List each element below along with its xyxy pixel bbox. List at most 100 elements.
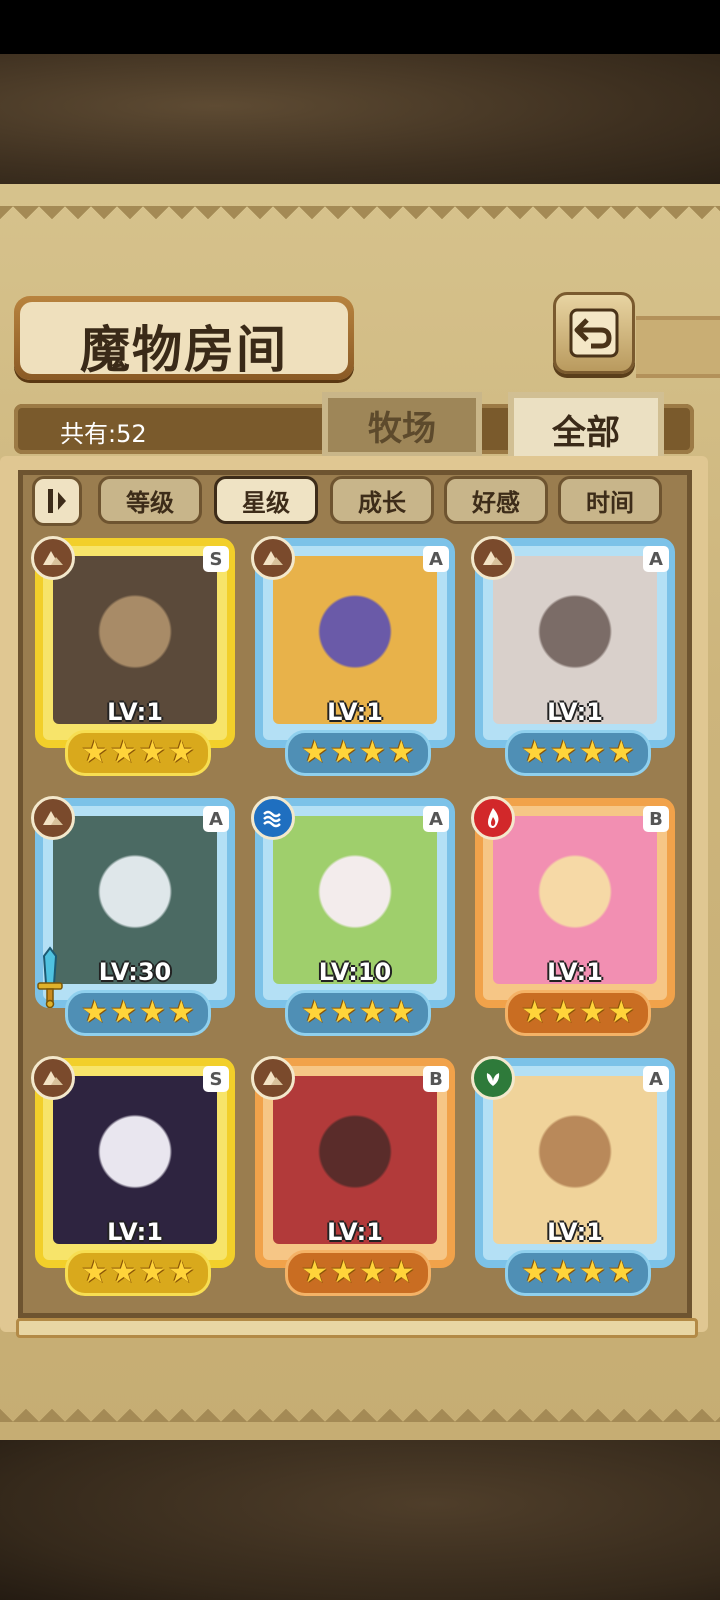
element-earth-icon	[31, 796, 75, 840]
sort-growth-button[interactable]: 成长	[330, 476, 434, 524]
title-plate: 魔物房间	[14, 296, 354, 380]
return-arrow-icon	[569, 308, 619, 358]
rank-badge: B	[643, 806, 669, 832]
star-icon: ★	[167, 995, 195, 1030]
sort-order-icon	[48, 489, 66, 513]
rank-badge: S	[203, 1066, 229, 1092]
level-label: LV:1	[107, 698, 163, 726]
rank-badge: A	[423, 806, 449, 832]
element-earth-icon	[251, 536, 295, 580]
star-icon: ★	[387, 735, 415, 770]
rank-badge: A	[423, 546, 449, 572]
element-earth-icon	[471, 536, 515, 580]
panel-bottom-rail	[16, 1318, 698, 1338]
star-icon: ★	[550, 995, 577, 1030]
star-rating: ★ ★ ★ ★	[65, 990, 211, 1036]
monster-card[interactable]: A LV:10 ★ ★ ★ ★	[251, 796, 455, 1036]
star-icon: ★	[387, 995, 415, 1030]
sort-order-toggle[interactable]	[32, 476, 82, 526]
star-icon: ★	[301, 995, 329, 1030]
element-fire-icon	[471, 796, 515, 840]
star-icon: ★	[110, 995, 137, 1030]
star-icon: ★	[521, 1255, 549, 1290]
sort-bar: 等级 星级 成长 好感 时间	[32, 474, 672, 526]
sort-star-button[interactable]: 星级	[214, 476, 318, 524]
monster-card[interactable]: A LV:1 ★ ★ ★ ★	[471, 536, 675, 776]
star-icon: ★	[81, 735, 109, 770]
star-icon: ★	[359, 1255, 386, 1290]
sort-affection-button[interactable]: 好感	[444, 476, 548, 524]
star-icon: ★	[330, 735, 357, 770]
page-title: 魔物房间	[80, 320, 288, 379]
monster-count: 共有:52	[60, 420, 147, 448]
star-icon: ★	[139, 735, 166, 770]
status-bar	[0, 0, 720, 54]
star-icon: ★	[301, 1255, 329, 1290]
level-label: LV:1	[327, 698, 383, 726]
monster-card[interactable]: B LV:1 ★ ★ ★ ★	[251, 1056, 455, 1296]
star-icon: ★	[550, 735, 577, 770]
rank-badge: B	[423, 1066, 449, 1092]
level-label: LV:1	[547, 698, 603, 726]
star-rating: ★ ★ ★ ★	[505, 730, 651, 776]
element-wood-icon	[471, 1056, 515, 1100]
star-icon: ★	[607, 1255, 635, 1290]
star-icon: ★	[607, 995, 635, 1030]
rank-badge: A	[643, 546, 669, 572]
level-label: LV:10	[318, 958, 392, 986]
level-label: LV:1	[547, 958, 603, 986]
back-button[interactable]	[553, 292, 635, 374]
star-icon: ★	[167, 1255, 195, 1290]
monster-card[interactable]: S LV:1 ★ ★ ★ ★	[31, 536, 235, 776]
back-strip	[636, 316, 720, 378]
star-icon: ★	[330, 995, 357, 1030]
element-water-icon	[251, 796, 295, 840]
star-icon: ★	[579, 735, 606, 770]
rank-badge: A	[643, 1066, 669, 1092]
star-icon: ★	[81, 995, 109, 1030]
star-icon: ★	[110, 735, 137, 770]
map-background-top	[0, 54, 720, 184]
star-icon: ★	[167, 735, 195, 770]
tab-farm[interactable]: 牧场	[322, 392, 482, 458]
star-rating: ★ ★ ★ ★	[505, 1250, 651, 1296]
rank-badge: S	[203, 546, 229, 572]
monster-card[interactable]: A LV:30 ★ ★ ★ ★	[31, 796, 235, 1036]
star-rating: ★ ★ ★ ★	[65, 730, 211, 776]
star-rating: ★ ★ ★ ★	[285, 990, 431, 1036]
star-icon: ★	[579, 1255, 606, 1290]
sort-time-button[interactable]: 时间	[558, 476, 662, 524]
star-icon: ★	[359, 735, 386, 770]
star-icon: ★	[521, 735, 549, 770]
level-label: LV:1	[327, 1218, 383, 1246]
star-rating: ★ ★ ★ ★	[505, 990, 651, 1036]
sort-level-button[interactable]: 等级	[98, 476, 202, 524]
level-label: LV:30	[98, 958, 172, 986]
star-icon: ★	[550, 1255, 577, 1290]
monster-card[interactable]: S LV:1 ★ ★ ★ ★	[31, 1056, 235, 1296]
star-icon: ★	[387, 1255, 415, 1290]
monster-card[interactable]: A LV:1 ★ ★ ★ ★	[251, 536, 455, 776]
tab-all[interactable]: 全部	[508, 392, 664, 466]
star-icon: ★	[301, 735, 329, 770]
star-icon: ★	[607, 735, 635, 770]
star-icon: ★	[521, 995, 549, 1030]
monster-card[interactable]: B LV:1 ★ ★ ★ ★	[471, 796, 675, 1036]
element-earth-icon	[31, 536, 75, 580]
star-icon: ★	[359, 995, 386, 1030]
monster-card[interactable]: A LV:1 ★ ★ ★ ★	[471, 1056, 675, 1296]
star-icon: ★	[139, 995, 166, 1030]
star-icon: ★	[139, 1255, 166, 1290]
zigzag-border-bottom	[0, 1396, 720, 1422]
element-earth-icon	[251, 1056, 295, 1100]
element-earth-icon	[31, 1056, 75, 1100]
zigzag-border-top	[0, 206, 720, 232]
star-icon: ★	[330, 1255, 357, 1290]
equipped-sword-icon	[37, 946, 63, 1008]
level-label: LV:1	[107, 1218, 163, 1246]
star-icon: ★	[110, 1255, 137, 1290]
rank-badge: A	[203, 806, 229, 832]
star-rating: ★ ★ ★ ★	[285, 1250, 431, 1296]
map-background-bottom	[0, 1440, 720, 1600]
star-icon: ★	[81, 1255, 109, 1290]
